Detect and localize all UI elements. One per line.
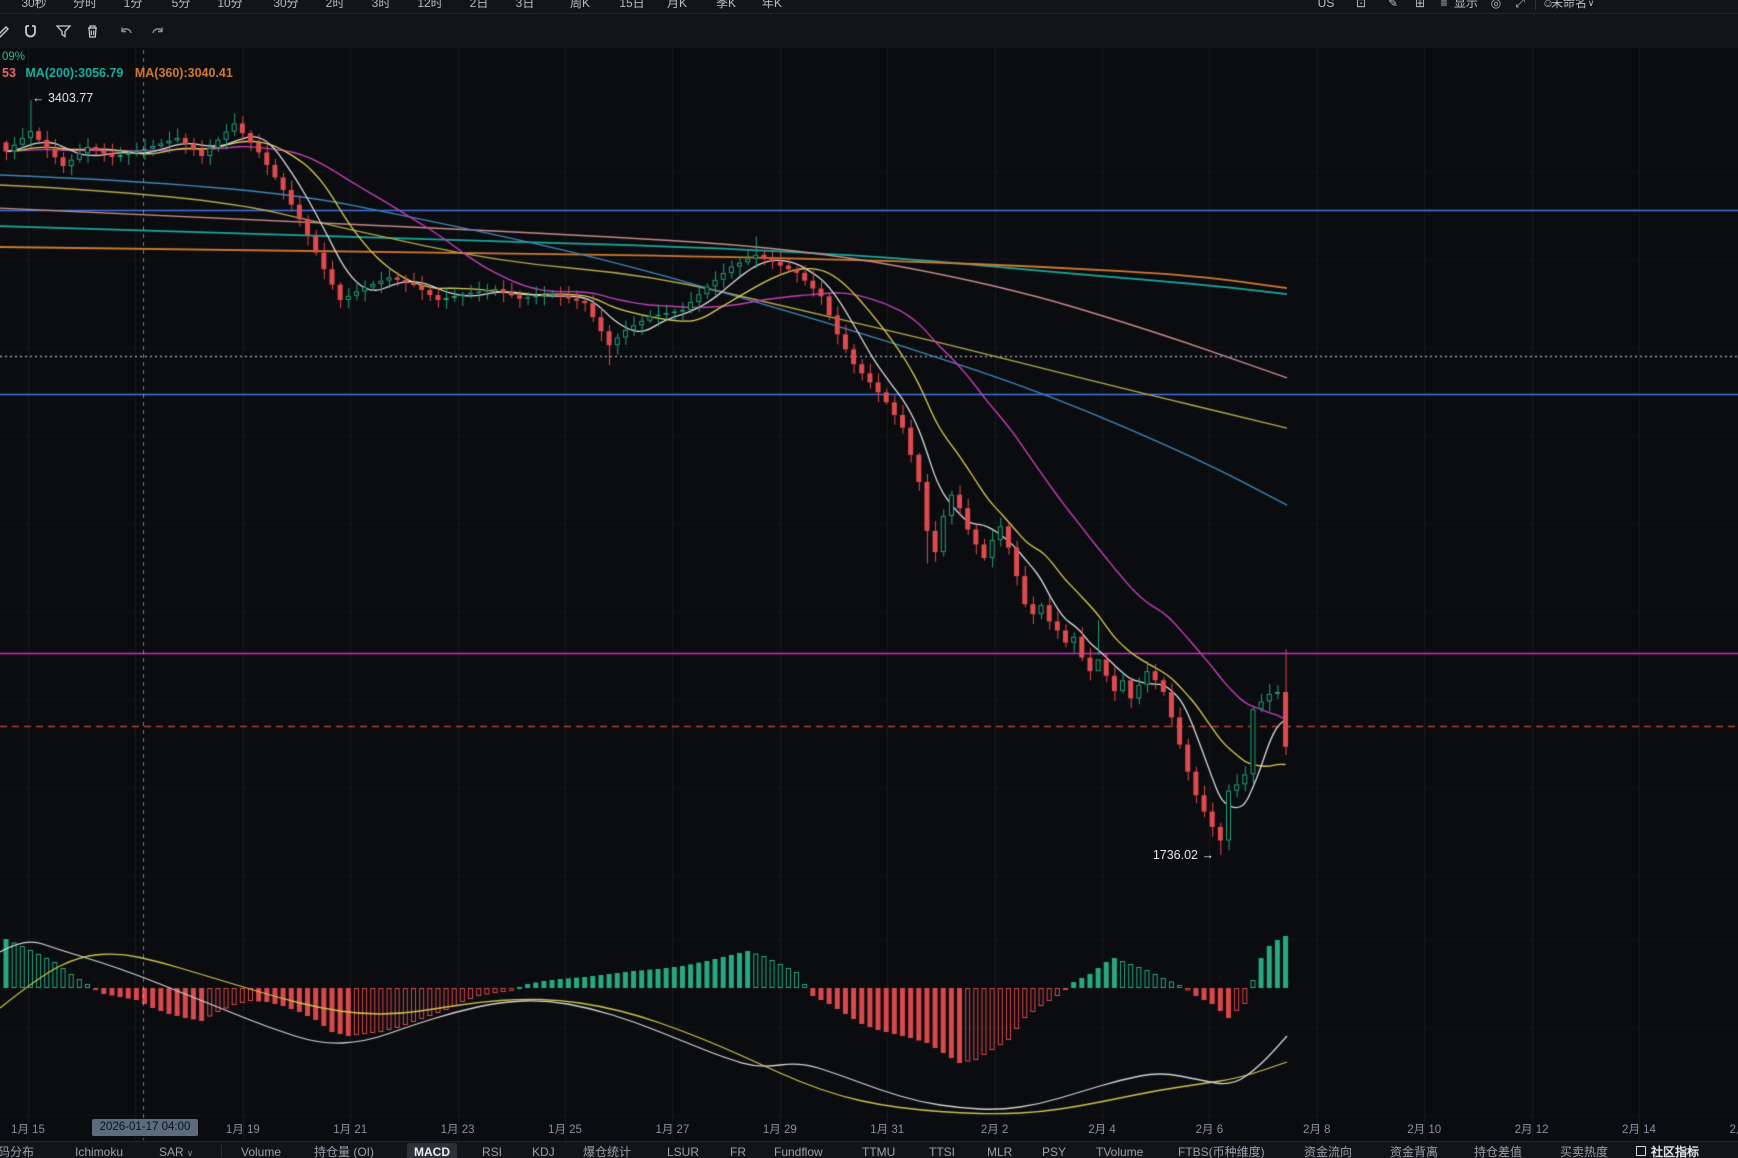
date-tick-label: 1月 21 bbox=[333, 1121, 367, 1137]
toolbar-drawing bbox=[0, 14, 1738, 48]
indicator-legend: 09% 53 MA(200):3056.79 MA(360):3040.41 bbox=[2, 51, 233, 80]
low-price-annotation: 1736.02 → bbox=[1148, 848, 1214, 862]
magnet-icon[interactable] bbox=[22, 23, 39, 40]
chevron-down-icon[interactable]: ∨ bbox=[1588, 0, 1595, 13]
ma360-label: MA(360):3040.41 bbox=[135, 66, 233, 80]
period-button-30秒[interactable]: 30秒 bbox=[21, 0, 46, 13]
edit-icon[interactable]: ✎ bbox=[1388, 0, 1398, 13]
period-button-年K[interactable]: 年K bbox=[762, 0, 782, 13]
trash-icon[interactable] bbox=[84, 23, 101, 40]
tab-indicator-TVolume[interactable]: TVolume bbox=[1096, 1145, 1143, 1158]
period-button-30分[interactable]: 30分 bbox=[273, 0, 298, 13]
period-button-10分[interactable]: 10分 bbox=[217, 0, 242, 13]
menu-icon[interactable]: ≡ bbox=[1440, 0, 1447, 13]
tab-indicator-KDJ[interactable]: KDJ bbox=[532, 1145, 555, 1158]
community-indicator-icon bbox=[1636, 1146, 1646, 1156]
layout-name-button[interactable]: 未命名 bbox=[1551, 0, 1587, 13]
target-icon[interactable]: ◎ bbox=[1491, 0, 1501, 13]
chevron-down-icon: ∨ bbox=[187, 1148, 194, 1158]
tab-indicator-Ichimoku[interactable]: Ichimoku bbox=[75, 1145, 123, 1158]
indicator-tab-bar: 筹码分布 Ichimoku SAR∨ Volume 持仓量 (OI) MACD RSI KDJ… bbox=[0, 1141, 1738, 1158]
tab-indicator-FTBS(币种维度)[interactable]: FTBS(币种维度) bbox=[1178, 1145, 1265, 1158]
display-button[interactable]: 显示 bbox=[1454, 0, 1478, 13]
tab-indicator-RSI[interactable]: RSI bbox=[482, 1145, 502, 1158]
date-tick-label: 1月 31 bbox=[870, 1121, 904, 1137]
tab-bar-divider bbox=[221, 1145, 222, 1157]
high-price-annotation: ← 3403.77 bbox=[32, 91, 93, 105]
ma-value-fragment: 53 bbox=[2, 66, 16, 80]
market-label-us[interactable]: US bbox=[1318, 0, 1335, 13]
tab-indicator-持仓量 (OI)[interactable]: 持仓量 (OI) bbox=[314, 1145, 374, 1158]
toolbar-periods: 30秒 分时 1分 5分 10分 30分 2时 3时 12时 2日 3日 周K 15日 月K 季K 年K US ⊡… bbox=[0, 0, 1738, 14]
tab-indicator-资金流向[interactable]: 资金流向 bbox=[1304, 1145, 1352, 1158]
date-tick-label: 2月 12 bbox=[1515, 1121, 1549, 1137]
trading-app-window: 30秒 分时 1分 5分 10分 30分 2时 3时 12时 2日 3日 周K 15日 月K 季K 年K US ⊡… bbox=[0, 0, 1738, 1158]
tab-indicator-MLR[interactable]: MLR bbox=[987, 1145, 1012, 1158]
tab-indicator-资金背离[interactable]: 资金背离 bbox=[1390, 1145, 1438, 1158]
filter-icon[interactable] bbox=[55, 23, 72, 40]
date-tick-label: 2月 10 bbox=[1407, 1121, 1441, 1137]
tab-indicator-MACD[interactable]: MACD bbox=[407, 1143, 457, 1158]
tab-indicator-Fundflow[interactable]: Fundflow bbox=[774, 1145, 823, 1158]
fullscreen-icon[interactable]: ⤢ bbox=[1515, 0, 1525, 13]
tab-indicator-社区指标[interactable]: 社区指标 bbox=[1636, 1145, 1699, 1158]
tab-indicator-持仓差值[interactable]: 持仓差值 bbox=[1474, 1145, 1522, 1158]
date-tick-label: 2月 4 bbox=[1088, 1121, 1116, 1137]
period-button-1分[interactable]: 1分 bbox=[124, 0, 143, 13]
ma200-label: MA(200):3056.79 bbox=[25, 66, 123, 80]
period-button-15日[interactable]: 15日 bbox=[619, 0, 644, 13]
period-button-3日[interactable]: 3日 bbox=[516, 0, 535, 13]
tab-indicator-爆仓统计[interactable]: 爆仓统计 bbox=[583, 1145, 631, 1158]
period-button-3时[interactable]: 3时 bbox=[372, 0, 391, 13]
period-button-季K[interactable]: 季K bbox=[716, 0, 736, 13]
date-tick-label: 1月 19 bbox=[226, 1121, 260, 1137]
date-tick-label: 1月 23 bbox=[441, 1121, 475, 1137]
tab-indicator-SAR[interactable]: SAR∨ bbox=[159, 1145, 193, 1158]
pencil-icon[interactable] bbox=[0, 23, 10, 40]
tab-indicator-PSY[interactable]: PSY bbox=[1042, 1145, 1066, 1158]
date-tick-label: 1月 15 bbox=[11, 1121, 45, 1137]
period-button-row: 30秒 分时 1分 5分 10分 30分 2时 3时 12时 2日 3日 周K 15日 月K 季K 年K US ⊡… bbox=[0, 0, 1738, 13]
tab-indicator-筹码分布[interactable]: 筹码分布 bbox=[0, 1145, 34, 1158]
period-button-月K[interactable]: 月K bbox=[667, 0, 687, 13]
period-button-2日[interactable]: 2日 bbox=[470, 0, 489, 13]
date-tick-label: 2月 16 bbox=[1729, 1121, 1738, 1137]
add-pane-icon[interactable]: ⊞ bbox=[1415, 0, 1425, 13]
date-axis[interactable]: 1月 15 1月 19 1月 21 1月 23 1月 25 1月 27 1月 29 1月 31… bbox=[0, 1116, 1738, 1141]
crosshair-date-label: 2026-01-17 04:00 bbox=[92, 1119, 198, 1136]
date-tick-label: 1月 25 bbox=[548, 1121, 582, 1137]
date-tick-label: 1月 29 bbox=[763, 1121, 797, 1137]
date-tick-label: 2月 8 bbox=[1303, 1121, 1331, 1137]
toolbar-divider bbox=[1535, 0, 1536, 10]
period-button-周K[interactable]: 周K bbox=[570, 0, 590, 13]
date-tick-label: 2月 14 bbox=[1622, 1121, 1656, 1137]
period-button-分时[interactable]: 分时 bbox=[73, 0, 97, 13]
change-percent: 09% bbox=[2, 51, 233, 63]
tab-indicator-TTSI[interactable]: TTSI bbox=[929, 1145, 955, 1158]
screenshot-icon[interactable]: ⊡ bbox=[1356, 0, 1366, 13]
tab-indicator-FR[interactable]: FR bbox=[730, 1145, 746, 1158]
tab-indicator-Volume[interactable]: Volume bbox=[241, 1145, 281, 1158]
tab-indicator-LSUR[interactable]: LSUR bbox=[667, 1145, 699, 1158]
ma-legend-row: 53 MA(200):3056.79 MA(360):3040.41 bbox=[2, 66, 233, 80]
date-tick-label: 2月 2 bbox=[981, 1121, 1009, 1137]
redo-icon[interactable] bbox=[149, 23, 166, 40]
undo-icon[interactable] bbox=[118, 23, 135, 40]
date-tick-label: 1月 27 bbox=[655, 1121, 689, 1137]
tab-indicator-TTMU[interactable]: TTMU bbox=[862, 1145, 895, 1158]
period-button-2时[interactable]: 2时 bbox=[326, 0, 345, 13]
chart-canvas[interactable] bbox=[0, 0, 1738, 1158]
period-button-12时[interactable]: 12时 bbox=[417, 0, 442, 13]
date-tick-label: 2月 6 bbox=[1196, 1121, 1224, 1137]
tab-indicator-买卖热度[interactable]: 买卖热度 bbox=[1560, 1145, 1608, 1158]
period-button-5分[interactable]: 5分 bbox=[172, 0, 191, 13]
